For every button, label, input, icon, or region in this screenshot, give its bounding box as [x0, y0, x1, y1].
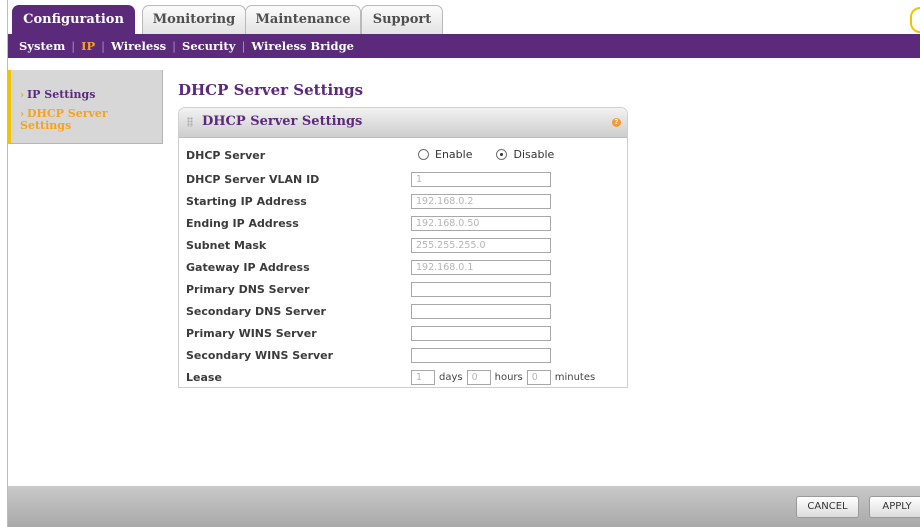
help-icon[interactable]: ? [612, 118, 621, 127]
sub-navigation: System | IP | Wireless | Security | Wire… [8, 34, 920, 58]
sidebar-item-ip-settings[interactable]: › IP Settings [20, 88, 95, 101]
lease-minutes-unit: minutes [554, 372, 596, 383]
secondary-dns-input[interactable] [411, 304, 551, 319]
primary-wins-row: Primary WINS Server [179, 325, 627, 347]
footer-bar: CANCEL APPLY [8, 486, 920, 527]
subnet-mask-input[interactable]: 255.255.255.0 [411, 238, 551, 253]
subnav-wireless[interactable]: Wireless [105, 39, 172, 53]
ending-ip-input[interactable]: 192.168.0.50 [411, 216, 551, 231]
lease-row: Lease 1 days 0 hours 0 minutes [179, 369, 627, 391]
apply-button[interactable]: APPLY [869, 496, 920, 518]
subnav-system[interactable]: System [8, 39, 71, 53]
primary-dns-row: Primary DNS Server [179, 281, 627, 303]
dhcp-server-row: DHCP Server Enable Disable [179, 147, 627, 169]
ending-ip-row: Ending IP Address 192.168.0.50 [179, 215, 627, 237]
starting-ip-row: Starting IP Address 192.168.0.2 [179, 193, 627, 215]
field-label: DHCP Server [186, 149, 266, 162]
lease-hours-unit: hours [494, 372, 523, 383]
enable-radio[interactable] [418, 149, 429, 160]
panel-header: DHCP Server Settings ? [179, 108, 627, 138]
field-label: Primary WINS Server [186, 327, 317, 340]
lease-days-unit: days [439, 372, 463, 383]
field-label: DHCP Server VLAN ID [186, 173, 320, 186]
subnav-ip[interactable]: IP [75, 39, 101, 53]
disable-radio-label[interactable]: Disable [513, 148, 554, 161]
subnav-security[interactable]: Security [176, 39, 241, 53]
tab-monitoring[interactable]: Monitoring [142, 5, 246, 34]
starting-ip-input[interactable]: 192.168.0.2 [411, 194, 551, 209]
vlan-id-input[interactable]: 1 [411, 172, 551, 187]
dhcp-settings-panel: DHCP Server Settings ? DHCP Server Enabl… [178, 107, 628, 388]
field-label: Primary DNS Server [186, 283, 310, 296]
subnet-mask-row: Subnet Mask 255.255.255.0 [179, 237, 627, 259]
primary-wins-input[interactable] [411, 326, 551, 341]
lease-inputs: 1 days 0 hours 0 minutes [411, 370, 599, 385]
page-title: DHCP Server Settings [178, 81, 364, 99]
lease-days-input[interactable]: 1 [411, 370, 435, 385]
panel-title: DHCP Server Settings [202, 114, 363, 129]
primary-dns-input[interactable] [411, 282, 551, 297]
gateway-ip-input[interactable]: 192.168.0.1 [411, 260, 551, 275]
field-label: Secondary WINS Server [186, 349, 334, 362]
gateway-ip-row: Gateway IP Address 192.168.0.1 [179, 259, 627, 281]
secondary-wins-input[interactable] [411, 348, 551, 363]
tab-configuration[interactable]: Configuration [12, 5, 135, 34]
lease-hours-input[interactable]: 0 [466, 370, 491, 385]
logout-tab-edge[interactable] [910, 7, 920, 33]
lease-minutes-input[interactable]: 0 [526, 370, 551, 385]
sidebar-item-label: IP Settings [27, 88, 96, 101]
field-label: Ending IP Address [186, 217, 299, 230]
enable-radio-label[interactable]: Enable [435, 148, 472, 161]
sidebar-menu: › IP Settings › DHCP Server Settings [8, 70, 163, 144]
field-label: Starting IP Address [186, 195, 307, 208]
dhcp-server-radio-group: Enable Disable [418, 148, 578, 161]
subnav-wireless-bridge[interactable]: Wireless Bridge [245, 39, 360, 53]
tab-maintenance[interactable]: Maintenance [245, 5, 361, 34]
tab-support[interactable]: Support [361, 5, 443, 34]
sidebar-item-dhcp-server-settings[interactable]: › DHCP Server Settings [20, 108, 108, 131]
cancel-button[interactable]: CANCEL [796, 496, 859, 518]
sidebar-item-label-line2: Settings [20, 119, 72, 132]
grip-icon [187, 117, 193, 127]
field-label: Secondary DNS Server [186, 305, 326, 318]
field-label: Gateway IP Address [186, 261, 310, 274]
disable-radio[interactable] [496, 149, 508, 160]
field-label: Lease [186, 371, 222, 384]
secondary-wins-row: Secondary WINS Server [179, 347, 627, 369]
secondary-dns-row: Secondary DNS Server [179, 303, 627, 325]
field-label: Subnet Mask [186, 239, 267, 252]
vlan-id-row: DHCP Server VLAN ID 1 [179, 171, 627, 193]
chevron-right-icon: › [20, 90, 24, 101]
